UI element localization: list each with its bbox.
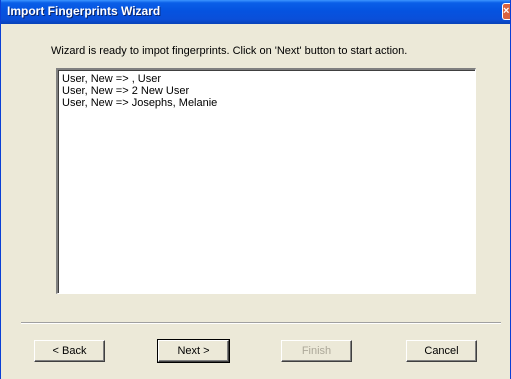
next-button[interactable]: Next > (157, 339, 230, 363)
window-title: Import Fingerprints Wizard (7, 4, 161, 18)
list-item[interactable]: User, New => , User (62, 73, 471, 85)
list-item[interactable]: User, New => 2 New User (62, 85, 471, 97)
close-icon: × (503, 5, 510, 17)
mapping-listbox[interactable]: User, New => , User User, New => 2 New U… (56, 68, 476, 294)
finish-button[interactable]: Finish (281, 340, 352, 362)
list-item[interactable]: User, New => Josephs, Melanie (62, 97, 471, 109)
button-divider (21, 322, 501, 324)
title-bar[interactable]: Import Fingerprints Wizard × (1, 0, 510, 24)
wizard-window: Import Fingerprints Wizard × Wizard is r… (0, 0, 511, 379)
close-button[interactable]: × (502, 3, 510, 20)
back-button[interactable]: < Back (34, 340, 105, 362)
instruction-text: Wizard is ready to impot fingerprints. C… (51, 45, 408, 57)
cancel-button[interactable]: Cancel (406, 340, 477, 362)
